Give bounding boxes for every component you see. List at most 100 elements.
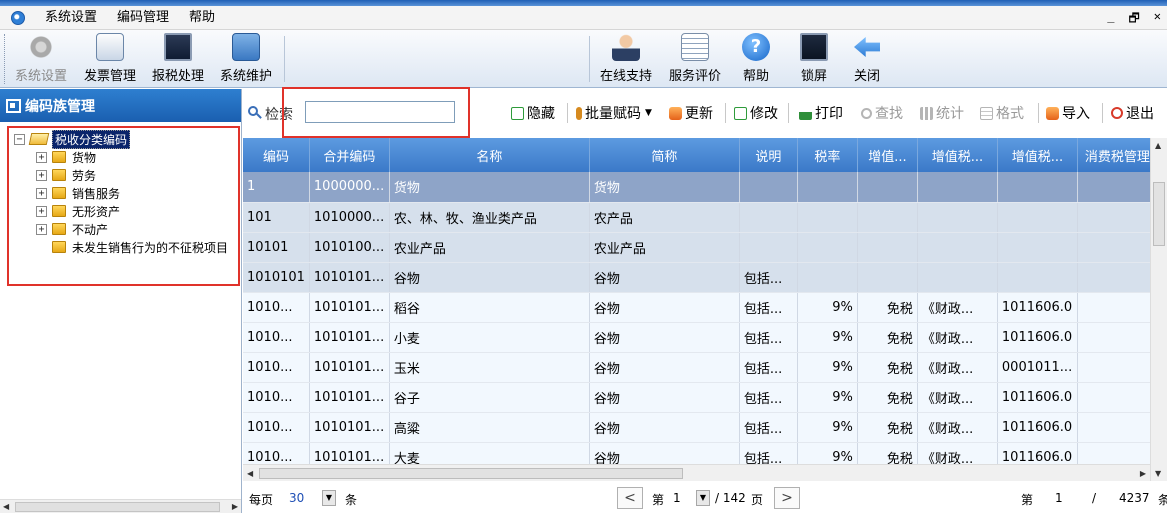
table-cell[interactable]: 农业产品: [589, 232, 740, 263]
table-row[interactable]: 1010... 1010101... 高粱 谷物 包括... 9% 免税 《财政... 1011…: [243, 412, 1158, 443]
tree-node-label[interactable]: 销售服务: [72, 185, 120, 202]
table-cell[interactable]: 《财政...: [917, 352, 998, 383]
table-cell[interactable]: 1010...: [243, 292, 310, 323]
restore-icon[interactable]: 🗗: [1128, 9, 1139, 30]
expand-toggle-icon[interactable]: +: [36, 187, 47, 199]
table-cell[interactable]: 1010...: [243, 382, 310, 413]
table-cell[interactable]: 高粱: [389, 412, 590, 443]
table-cell[interactable]: [1077, 352, 1158, 383]
batch-code-button[interactable]: 批量赋码 ▼: [576, 103, 652, 123]
scroll-right-icon[interactable]: ▶: [1140, 469, 1146, 478]
table-cell[interactable]: 包括...: [739, 352, 798, 383]
column-header[interactable]: 合并编码: [309, 138, 390, 172]
tree-node-label[interactable]: 无形资产: [72, 203, 120, 220]
table-horizontal-scrollbar[interactable]: ◀ ▶: [243, 464, 1150, 481]
table-cell[interactable]: [1077, 262, 1158, 293]
table-cell[interactable]: 1010000...: [309, 202, 390, 233]
table-cell[interactable]: [1077, 292, 1158, 323]
table-cell[interactable]: 稻谷: [389, 292, 590, 323]
column-header[interactable]: 编码: [243, 138, 310, 172]
table-cell[interactable]: [857, 262, 918, 293]
table-row[interactable]: 10101 1010100... 农业产品 农业产品: [243, 232, 1158, 263]
table-cell[interactable]: 1010101...: [309, 382, 390, 413]
table-cell[interactable]: 免税: [857, 292, 918, 323]
table-cell[interactable]: 1010101...: [309, 262, 390, 293]
tree-node-label[interactable]: 劳务: [72, 167, 96, 184]
table-cell[interactable]: [1077, 232, 1158, 263]
table-cell[interactable]: [997, 262, 1078, 293]
table-cell[interactable]: 1011606.0: [997, 412, 1078, 443]
online-support-button[interactable]: 在线支持: [595, 33, 657, 85]
scroll-down-icon[interactable]: ▼: [1155, 469, 1161, 478]
search-input[interactable]: [305, 101, 455, 123]
table-cell[interactable]: 玉米: [389, 352, 590, 383]
table-cell[interactable]: [739, 172, 798, 203]
table-cell[interactable]: 《财政...: [917, 412, 998, 443]
edit-button[interactable]: 修改: [734, 103, 778, 123]
column-header[interactable]: 消费税管理: [1077, 138, 1158, 172]
table-cell[interactable]: 谷物: [589, 322, 740, 353]
table-cell[interactable]: 1010101...: [309, 352, 390, 383]
table-cell[interactable]: 免税: [857, 382, 918, 413]
table-cell[interactable]: [1077, 382, 1158, 413]
print-button[interactable]: 打印: [799, 103, 843, 123]
table-cell[interactable]: [739, 232, 798, 263]
table-cell[interactable]: [857, 172, 918, 203]
lock-screen-button[interactable]: 锁屏: [795, 33, 833, 85]
table-cell[interactable]: 谷物: [589, 262, 740, 293]
table-cell[interactable]: [797, 202, 858, 233]
tree-root[interactable]: − 税收分类编码: [14, 129, 241, 149]
column-header[interactable]: 增值...: [857, 138, 918, 172]
table-cell[interactable]: 1010...: [243, 412, 310, 443]
column-header[interactable]: 说明: [739, 138, 798, 172]
table-cell[interactable]: 9%: [797, 352, 858, 383]
column-header[interactable]: 税率: [797, 138, 858, 172]
tree-node-label[interactable]: 未发生销售行为的不征税项目: [72, 239, 228, 256]
table-cell[interactable]: 9%: [797, 322, 858, 353]
expand-toggle-icon[interactable]: +: [36, 169, 47, 181]
table-cell[interactable]: 货物: [389, 172, 590, 203]
tree-node-label[interactable]: 货物: [72, 149, 96, 166]
scroll-left-icon[interactable]: ◀: [247, 469, 253, 478]
table-cell[interactable]: [917, 232, 998, 263]
table-cell[interactable]: 1010101...: [309, 292, 390, 323]
current-page-input[interactable]: 1: [673, 491, 681, 505]
table-cell[interactable]: 包括...: [739, 292, 798, 323]
table-cell[interactable]: 谷子: [389, 382, 590, 413]
table-cell[interactable]: 谷物: [389, 262, 590, 293]
scroll-up-icon[interactable]: ▲: [1155, 141, 1161, 150]
tree-node-label[interactable]: 不动产: [72, 221, 108, 238]
table-cell[interactable]: 谷物: [589, 292, 740, 323]
table-cell[interactable]: 农业产品: [389, 232, 590, 263]
table-cell[interactable]: 1010100...: [309, 232, 390, 263]
menu-help[interactable]: 帮助: [179, 7, 225, 29]
table-cell[interactable]: 谷物: [589, 352, 740, 383]
dropdown-arrow-icon[interactable]: ▼: [645, 108, 652, 118]
table-cell[interactable]: [997, 232, 1078, 263]
table-cell[interactable]: [797, 232, 858, 263]
table-cell[interactable]: 包括...: [739, 322, 798, 353]
table-cell[interactable]: 农产品: [589, 202, 740, 233]
table-cell[interactable]: 货物: [589, 172, 740, 203]
table-cell[interactable]: [917, 172, 998, 203]
scroll-thumb[interactable]: [15, 502, 220, 512]
column-header[interactable]: 名称: [389, 138, 590, 172]
page-dropdown-icon[interactable]: ▼: [696, 490, 710, 506]
table-cell[interactable]: [857, 202, 918, 233]
table-cell[interactable]: 谷物: [589, 382, 740, 413]
collapse-toggle-icon[interactable]: −: [14, 133, 25, 145]
table-cell[interactable]: 1: [243, 172, 310, 203]
tree-node-real-estate[interactable]: + 不动产: [36, 220, 241, 238]
table-row[interactable]: 1010101 1010101... 谷物 谷物 包括...: [243, 262, 1158, 293]
tax-filing-button[interactable]: 报税处理: [148, 33, 208, 85]
table-vertical-scrollbar[interactable]: ▲ ▼: [1150, 138, 1167, 481]
table-cell[interactable]: 农、林、牧、渔业类产品: [389, 202, 590, 233]
stats-button[interactable]: 统计: [920, 103, 964, 123]
table-cell[interactable]: 包括...: [739, 382, 798, 413]
scroll-thumb[interactable]: [1153, 182, 1165, 246]
service-rating-button[interactable]: 服务评价: [664, 33, 726, 85]
table-cell[interactable]: [857, 232, 918, 263]
table-row[interactable]: 1010... 1010101... 玉米 谷物 包括... 9% 免税 《财政... 0001…: [243, 352, 1158, 383]
table-cell[interactable]: [1077, 172, 1158, 203]
table-cell[interactable]: 谷物: [589, 412, 740, 443]
